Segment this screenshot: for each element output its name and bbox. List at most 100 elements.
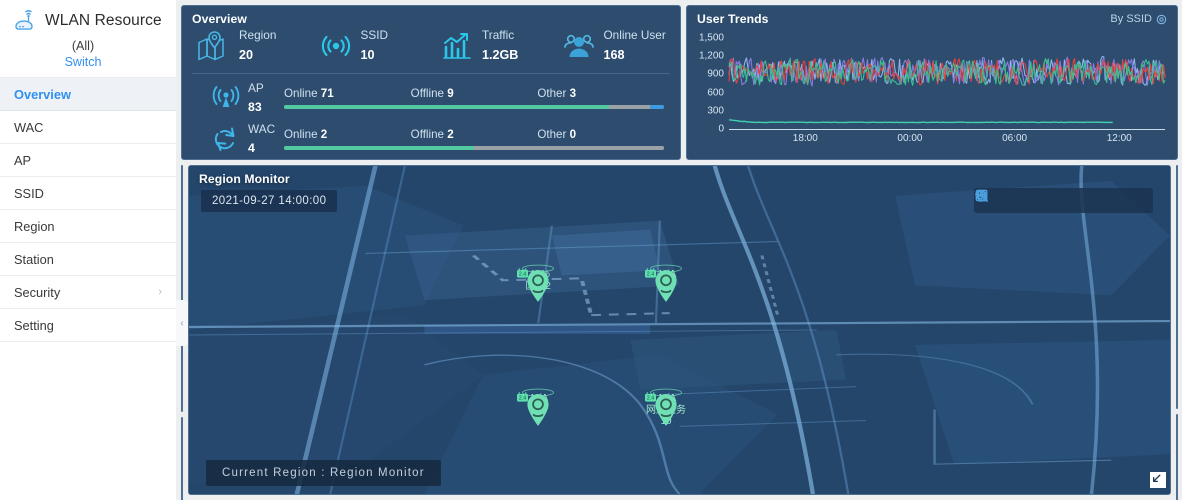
overview-bar-name: AP bbox=[248, 80, 264, 95]
overview-bar-other: Other 0 bbox=[537, 128, 664, 141]
overview-bar-name: WAC bbox=[248, 121, 276, 136]
series-ssid-series-flat bbox=[729, 119, 1113, 124]
gear-icon[interactable] bbox=[1156, 14, 1167, 25]
sidebar-item-label: AP bbox=[14, 152, 32, 168]
overview-stat-traffic[interactable]: Traffic 1.2GB bbox=[431, 28, 553, 64]
channel-utilization-panel: Channel Utilization 2.4G 0%20%40%60%80%1… bbox=[1176, 414, 1178, 500]
sidebar-item-overview[interactable]: Overview bbox=[0, 78, 176, 111]
pan-hand-icon[interactable] bbox=[978, 189, 1021, 208]
sidebar-item-station[interactable]: Station bbox=[0, 243, 176, 276]
sidebar-item-wac[interactable]: WAC bbox=[0, 111, 176, 144]
map-pin-shadow bbox=[522, 264, 554, 273]
overview-bar-online: Online 71 bbox=[284, 87, 411, 100]
map-vector bbox=[189, 166, 1170, 494]
overview-bar-total: 4 bbox=[248, 141, 255, 156]
map-status-bar: Current Region : Region Monitor bbox=[206, 460, 441, 486]
overview-title: Overview bbox=[192, 12, 248, 26]
sidebar-item-ssid[interactable]: SSID bbox=[0, 177, 176, 210]
ap-bar-offline-segment bbox=[608, 105, 651, 110]
wac-sync-icon bbox=[210, 123, 242, 155]
overview-stat-online-user[interactable]: Online User 168 bbox=[553, 28, 675, 64]
overview-stat-label: Region bbox=[239, 28, 277, 42]
users-icon bbox=[561, 29, 597, 63]
traffic-trend-panel: Traffic Trend MB 03006009001,2001,50018:… bbox=[181, 417, 183, 500]
map-status-value: Region Monitor bbox=[330, 467, 425, 479]
overview-bar-wac: WAC 4 Online 2 Offline 2 Other 0 bbox=[182, 117, 680, 158]
zoom-out-icon[interactable] bbox=[975, 189, 1096, 208]
region-statistics-panel: Region Statistics Top 10 Traffic(MB)/Lat… bbox=[181, 165, 183, 412]
sidebar-item-security[interactable]: Security › bbox=[0, 276, 176, 309]
map-pin-shadow bbox=[650, 388, 682, 397]
sidebar-item-label: Setting bbox=[14, 317, 54, 333]
overview-bar-other-label: Other bbox=[537, 87, 567, 101]
traffic-chart-icon bbox=[439, 29, 475, 63]
map-marker[interactable]: 2.449%区域2 bbox=[516, 264, 560, 302]
user-trends-subtitle: By SSID bbox=[1110, 13, 1152, 25]
overview-stat-value: 168 bbox=[603, 47, 625, 62]
overview-stat-value: 10 bbox=[360, 47, 375, 62]
overview-panel: Overview Region 20 SSID 10 Traffic 1.2GB… bbox=[181, 5, 681, 160]
layer-icon[interactable]: 1:1 bbox=[975, 189, 1046, 208]
sidebar-item-ap[interactable]: AP bbox=[0, 144, 176, 177]
map-marker[interactable]: 2.4N/A网规任务10 bbox=[644, 388, 688, 427]
ap-bar[interactable] bbox=[1176, 365, 1178, 380]
overview-bar-other: Other 3 bbox=[537, 87, 664, 100]
overview-bar-ap: AP 83 Online 71 Offline 9 Other 3 bbox=[182, 74, 680, 117]
overview-bar-online: Online 2 bbox=[284, 128, 411, 141]
map-region-icon bbox=[196, 29, 232, 63]
overview-stats: Region 20 SSID 10 Traffic 1.2GB Online U… bbox=[182, 6, 680, 64]
overview-bar-offline: Offline 9 bbox=[411, 87, 538, 100]
chevron-left-icon: ‹ bbox=[180, 317, 184, 329]
overview-stat-value: 20 bbox=[239, 47, 254, 62]
map-pin-icon bbox=[655, 394, 677, 426]
wac-status-bar bbox=[284, 146, 664, 150]
sidebar-collapse-handle[interactable]: ‹ bbox=[176, 300, 188, 346]
sidebar-item-region[interactable]: Region bbox=[0, 210, 176, 243]
brand: WLAN Resource bbox=[0, 0, 176, 36]
overview-bar-offline-label: Offline bbox=[410, 128, 444, 141]
overview-bar-other-label: Other bbox=[537, 128, 567, 141]
map-toolbar: 1:1 bbox=[974, 188, 1153, 213]
overview-stat-value: 1.2GB bbox=[482, 47, 519, 62]
overview-stat-label: SSID bbox=[360, 28, 389, 42]
sidebar-item-label: Region bbox=[14, 218, 55, 234]
map-marker[interactable]: 2.4N/Atest bbox=[644, 264, 688, 302]
sidebar-item-setting[interactable]: Setting bbox=[0, 309, 176, 342]
overview-bar-offline-label: Offline bbox=[410, 87, 444, 101]
overview-stat-ssid[interactable]: SSID 10 bbox=[310, 28, 432, 64]
refresh-icon[interactable] bbox=[976, 189, 1146, 208]
sidebar-item-label: WAC bbox=[14, 119, 44, 135]
series-ssid-series-green bbox=[728, 57, 1166, 86]
overview-bar-online-value: 71 bbox=[320, 87, 334, 101]
map-marker[interactable]: 2.4N/A1111 bbox=[516, 388, 560, 426]
ap-bar-online-segment bbox=[284, 105, 609, 110]
user-trends-subtitle-group[interactable]: By SSID bbox=[1110, 13, 1167, 25]
ap-bar-other-segment bbox=[650, 105, 664, 110]
wac-bar-offline-segment bbox=[474, 146, 664, 150]
brand-title: WLAN Resource bbox=[45, 12, 162, 29]
overview-stat-region[interactable]: Region 20 bbox=[188, 28, 310, 64]
map-pin-icon bbox=[655, 270, 677, 302]
map-datetime: 2021-09-27 14:00:00 bbox=[201, 190, 338, 212]
resize-handle-icon[interactable] bbox=[1150, 472, 1166, 488]
chevron-right-icon: › bbox=[158, 286, 162, 298]
map-pin-shadow bbox=[522, 388, 554, 397]
chart-svg bbox=[728, 55, 1166, 124]
user-trends-title: User Trends bbox=[697, 12, 769, 26]
brand-switch-link[interactable]: Switch bbox=[0, 54, 176, 70]
sidebar-item-label: Security bbox=[14, 284, 61, 300]
overview-bar-total: 83 bbox=[248, 100, 262, 115]
row-bottom: Region Statistics Top 10 Traffic(MB)/Lat… bbox=[181, 165, 1178, 500]
region-map[interactable]: 2021-09-27 14:00:00 1:1 bbox=[189, 166, 1170, 494]
ap-bar[interactable] bbox=[1176, 351, 1178, 380]
sidebar-item-label: Station bbox=[14, 251, 54, 267]
wac-bar-online-segment bbox=[284, 146, 474, 150]
zoom-in-icon[interactable] bbox=[975, 189, 1071, 208]
region-monitor-panel: 2021-09-27 14:00:00 1:1 bbox=[188, 165, 1171, 495]
ap-antenna-icon bbox=[210, 82, 242, 114]
x-axis-tick: AP20220200… bbox=[1176, 383, 1178, 393]
brand-scope: (All) bbox=[71, 39, 95, 53]
sidebar-nav: Overview WAC AP SSID Region Station Security › S… bbox=[0, 77, 176, 342]
fit-screen-icon[interactable] bbox=[975, 189, 1121, 208]
sidebar-item-label: SSID bbox=[14, 185, 44, 201]
